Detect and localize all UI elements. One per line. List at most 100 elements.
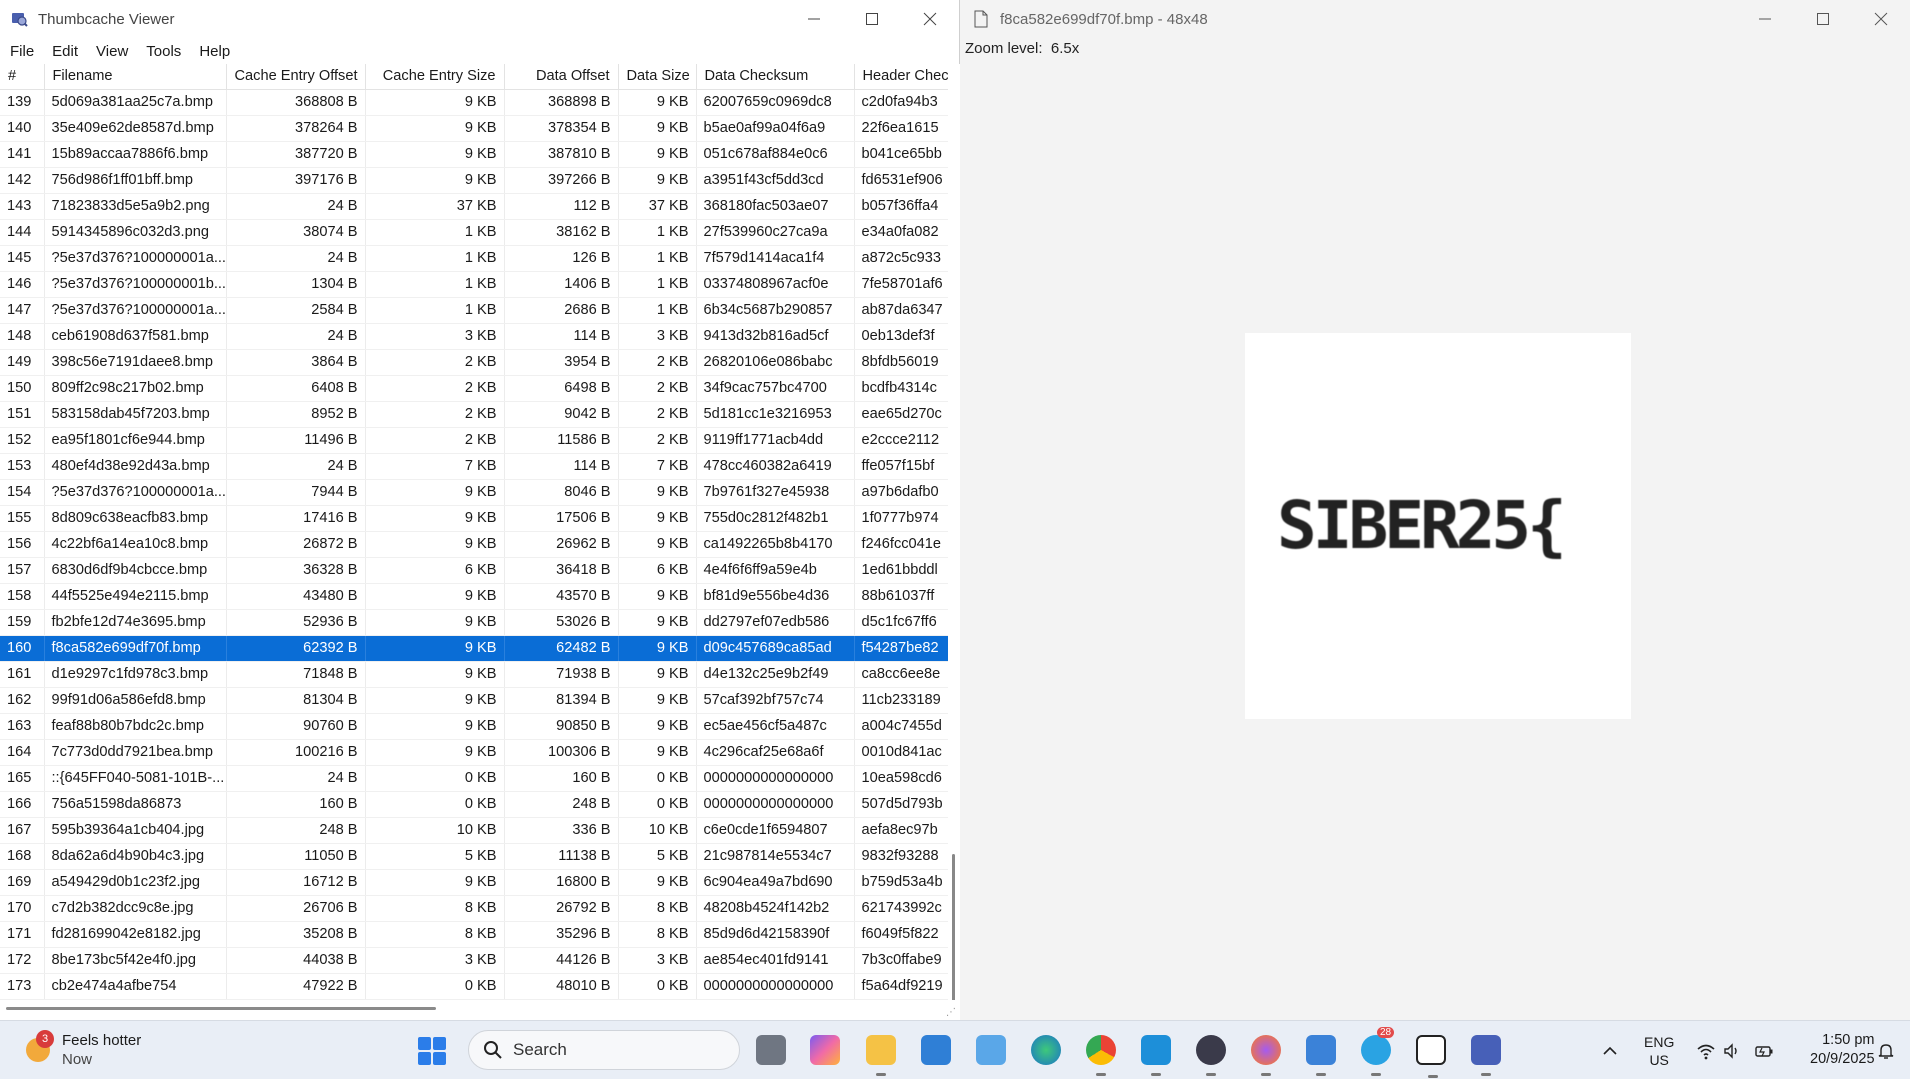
maximize-button[interactable]	[843, 0, 901, 38]
table-row[interactable]: 148 ceb61908d637f581.bmp 24 B3 KB 114 B3 KB…	[0, 323, 948, 350]
left-titlebar[interactable]: Thumbcache Viewer	[0, 0, 959, 38]
table-row[interactable]: 154 ?5e37d376?100000001a... 7944 B9 KB 8046…	[0, 479, 948, 506]
horizontal-scroll-thumb[interactable]	[6, 1007, 436, 1010]
table-row[interactable]: 167 595b39364a1cb404.jpg 248 B 10 KB 336 B 10…	[0, 817, 948, 844]
minimize-button[interactable]	[785, 0, 843, 38]
table-row[interactable]: 156 4c22bf6a14ea10c8.bmp 26872 B9 KB 26962 …	[0, 531, 948, 558]
zoom-value: 6.5x	[1050, 40, 1080, 57]
table-row[interactable]: 139 5d069a381aa25c7a.bmp 368808 B9 KB 36889…	[0, 89, 948, 116]
table-row[interactable]: 158 44f5525e494e2115.bmp 43480 B9 KB 43570 …	[0, 583, 948, 610]
cell-index: 173	[0, 973, 45, 1000]
terminal-icon[interactable]	[1416, 1035, 1446, 1078]
table-row[interactable]: 164 7c773d0dd7921bea.bmp 100216 B9 KB 10030…	[0, 739, 948, 766]
volume-icon[interactable]	[1722, 1041, 1742, 1061]
wifi-icon[interactable]	[1696, 1041, 1716, 1061]
horizontal-scrollbar[interactable]: ⋰	[0, 1000, 960, 1020]
thumbcache-taskbar-icon[interactable]	[1471, 1035, 1501, 1076]
preview-minimize-button[interactable]	[1736, 0, 1794, 38]
table-row[interactable]: 159 fb2bfe12d74e3695.bmp 52936 B9 KB 53026 …	[0, 609, 948, 636]
table-row[interactable]: 168 8da62a6d4b90b4c3.jpg 11050 B5 KB 11138 …	[0, 843, 948, 870]
table-row[interactable]: 160 f8ca582e699df70f.bmp 62392 B9 KB 62482 …	[0, 635, 948, 662]
menu-view[interactable]: View	[90, 43, 134, 60]
vertical-scroll-thumb[interactable]	[952, 854, 955, 1024]
cell-index: 168	[0, 843, 45, 870]
paint-icon[interactable]	[1306, 1035, 1336, 1076]
table-row[interactable]: 162 99f91d06a586efd8.bmp 81304 B9 KB 81394 …	[0, 687, 948, 714]
taskbar-search-box[interactable]: Search	[468, 1030, 740, 1070]
edge-icon[interactable]	[1031, 1035, 1061, 1065]
table-row[interactable]: 152 ea95f1801cf6e944.bmp 11496 B2 KB 11586 …	[0, 427, 948, 454]
photos-icon[interactable]	[921, 1035, 951, 1065]
chess-app-icon[interactable]	[1196, 1035, 1226, 1076]
vertical-scrollbar[interactable]	[948, 64, 960, 1024]
preview-maximize-button[interactable]	[1794, 0, 1852, 38]
menu-edit[interactable]: Edit	[46, 43, 84, 60]
table-row[interactable]: 170 c7d2b382dcc9c8e.jpg 26706 B8 KB 26792 B…	[0, 895, 948, 922]
table-row[interactable]: 161 d1e9297c1fd978c3.bmp 71848 B9 KB 71938 …	[0, 661, 948, 688]
cell-data-size: 9 KB	[618, 635, 697, 662]
menu-file[interactable]: File	[4, 43, 40, 60]
language-indicator[interactable]: ENG US	[1644, 1033, 1674, 1069]
table-row[interactable]: 150 809ff2c98c217b02.bmp 6408 B2 KB 6498 B2…	[0, 375, 948, 402]
table-row[interactable]: 140 35e409e62de8587d.bmp 378264 B9 KB 37835…	[0, 115, 948, 142]
control-panel-icon[interactable]	[976, 1035, 1006, 1065]
remote-desktop-icon[interactable]	[1141, 1035, 1171, 1076]
table-row[interactable]: 153 480ef4d38e92d43a.bmp 24 B7 KB 114 B7 KB…	[0, 453, 948, 480]
cell-filename: c7d2b382dcc9c8e.jpg	[44, 895, 227, 922]
cell-cache-entry-size: 0 KB	[365, 765, 505, 792]
menu-tools[interactable]: Tools	[140, 43, 187, 60]
firefox-icon[interactable]	[1251, 1035, 1281, 1076]
cell-data-checksum: ae854ec401fd9141	[696, 947, 855, 974]
table-row[interactable]: 163 feaf88b80b7bdc2c.bmp 90760 B9 KB 90850 …	[0, 713, 948, 740]
table-row[interactable]: 141 15b89accaa7886f6.bmp 387720 B9 KB 38781…	[0, 141, 948, 168]
col-header-data-checksum[interactable]: Data Checksum	[696, 64, 855, 90]
chevron-up-icon[interactable]	[1600, 1041, 1620, 1061]
cell-cache-entry-size: 1 KB	[365, 271, 505, 298]
table-row[interactable]: 151 583158dab45f7203.bmp 8952 B2 KB 9042 B2…	[0, 401, 948, 428]
close-button[interactable]	[901, 0, 959, 38]
table-row[interactable]: 171 fd281699042e8182.jpg 35208 B8 KB 35296 …	[0, 921, 948, 948]
col-header-data-offset[interactable]: Data Offset	[504, 64, 619, 90]
table-row[interactable]: 157 6830d6df9b4cbcce.bmp 36328 B6 KB 36418 …	[0, 557, 948, 584]
col-header-header-checksum[interactable]: Header Checksum	[854, 64, 948, 90]
table-row[interactable]: 147 ?5e37d376?100000001a... 2584 B1 KB 2686…	[0, 297, 948, 324]
table-row[interactable]: 145 ?5e37d376?100000001a... 24 B1 KB 126 B1…	[0, 245, 948, 272]
table-row[interactable]: 172 8be173bc5f42e4f0.jpg 44038 B3 KB 44126 …	[0, 947, 948, 974]
copilot-icon[interactable]	[810, 1035, 840, 1065]
system-clock[interactable]: 1:50 pm 20/9/2025	[1810, 1031, 1875, 1069]
cell-cache-entry-size: 2 KB	[365, 427, 505, 454]
table-row[interactable]: 165::{645FF040-5081-101B-... 24 B0 KB 160 …	[0, 765, 948, 792]
col-header-data-size[interactable]: Data Size	[618, 64, 697, 90]
weather-widget[interactable]: 3 Feels hotter Now	[26, 1030, 141, 1069]
chrome-icon[interactable]	[1086, 1035, 1116, 1076]
telegram-icon[interactable]: 28	[1361, 1027, 1395, 1076]
task-view-icon[interactable]	[756, 1035, 786, 1065]
col-header-cache-entry-offset[interactable]: Cache Entry Offset	[226, 64, 366, 90]
battery-icon[interactable]	[1754, 1041, 1774, 1061]
table-row[interactable]: 144 5914345896c032d3.png 38074 B1 KB 38162 …	[0, 219, 948, 246]
file-explorer-icon[interactable]	[866, 1035, 896, 1076]
resize-grip-icon[interactable]: ⋰	[946, 1007, 956, 1018]
cell-filename: d1e9297c1fd978c3.bmp	[44, 661, 227, 688]
col-header-cache-entry-size[interactable]: Cache Entry Size	[365, 64, 505, 90]
cell-header-checksum: f246fcc041e	[854, 531, 948, 558]
cell-cache-entry-size: 9 KB	[365, 167, 505, 194]
table-row[interactable]: 142 756d986f1ff01bff.bmp 397176 B9 KB 39726…	[0, 167, 948, 194]
table-row[interactable]: 155 8d809c638eacfb83.bmp 17416 B9 KB 17506 …	[0, 505, 948, 532]
table-row[interactable]: 169 a549429d0b1c23f2.jpg 16712 B9 KB 16800 …	[0, 869, 948, 896]
col-header-index[interactable]: #	[0, 64, 45, 90]
table-row[interactable]: 146 ?5e37d376?100000001b... 1304 B1 KB 1406…	[0, 271, 948, 298]
table-row[interactable]: 149 398c56e7191daee8.bmp 3864 B2 KB 3954 B2…	[0, 349, 948, 376]
notification-bell-icon[interactable]	[1876, 1041, 1896, 1061]
cell-data-size: 1 KB	[618, 271, 697, 298]
menu-help[interactable]: Help	[193, 43, 236, 60]
table-row[interactable]: 173 cb2e474a4afbe754 47922 B0 KB 48010 B0 K…	[0, 973, 948, 1000]
table-row[interactable]: 166 756a51598da86873 160 B0 KB 248 B0 KB 000…	[0, 791, 948, 818]
table-row[interactable]: 143 71823833d5e5a9b2.png 24 B 37 KB 112 B 37 …	[0, 193, 948, 220]
start-button[interactable]	[418, 1037, 446, 1065]
preview-close-button[interactable]	[1852, 0, 1910, 38]
right-titlebar[interactable]: f8ca582e699df70f.bmp - 48x48	[962, 0, 1910, 38]
cell-cache-entry-offset: 24 B	[226, 323, 366, 350]
clock-date: 20/9/2025	[1810, 1051, 1875, 1067]
col-header-filename[interactable]: Filename	[44, 64, 227, 90]
